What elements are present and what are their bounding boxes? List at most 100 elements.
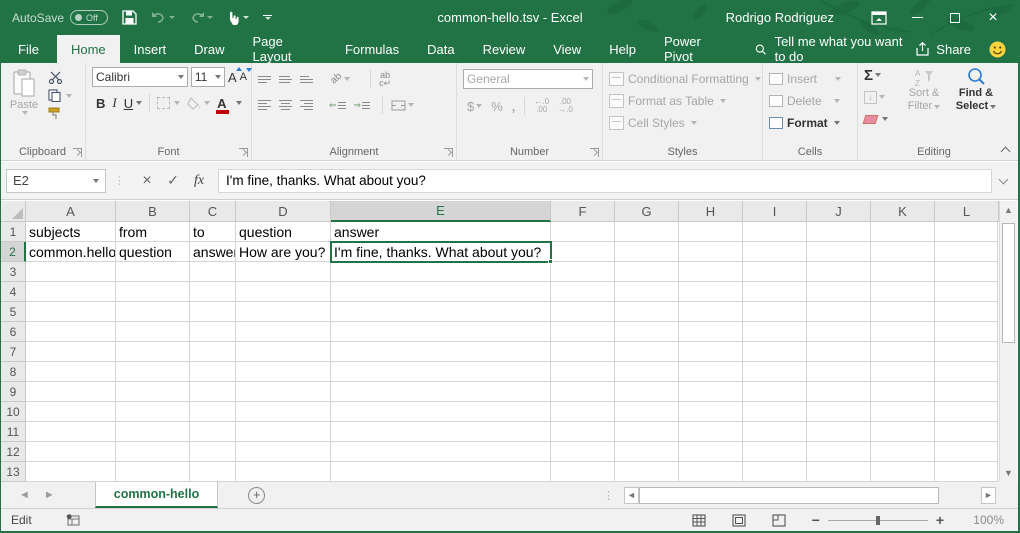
- undo-button[interactable]: [151, 11, 175, 24]
- cell-empty[interactable]: [551, 262, 615, 282]
- align-left-icon[interactable]: [258, 100, 271, 110]
- cell-empty[interactable]: [871, 262, 935, 282]
- sheet-next-icon[interactable]: ►: [44, 489, 55, 501]
- increase-indent-button[interactable]: ⇒: [354, 101, 371, 109]
- cell-empty[interactable]: [679, 222, 743, 242]
- column-header-a[interactable]: A: [26, 201, 116, 222]
- scroll-left-icon[interactable]: ◄: [624, 487, 639, 504]
- cell-empty[interactable]: [331, 322, 551, 342]
- scroll-up-icon[interactable]: ▲: [1000, 205, 1017, 215]
- cell-empty[interactable]: [615, 342, 679, 362]
- cell-empty[interactable]: [190, 362, 236, 382]
- feedback-smiley-icon[interactable]: [989, 41, 1006, 58]
- sheet-prev-icon[interactable]: ◄: [19, 489, 30, 501]
- percent-format-button[interactable]: %: [491, 99, 503, 114]
- cell-empty[interactable]: [190, 342, 236, 362]
- column-header-f[interactable]: F: [551, 201, 615, 222]
- paste-dropdown-icon[interactable]: [22, 111, 28, 115]
- copy-dropdown-icon[interactable]: [66, 94, 72, 98]
- copy-button[interactable]: [48, 89, 72, 102]
- cell-empty[interactable]: [615, 322, 679, 342]
- row-header[interactable]: 7: [1, 342, 26, 362]
- cell-empty[interactable]: [615, 302, 679, 322]
- paste-button[interactable]: Paste: [6, 69, 42, 115]
- vertical-scroll-thumb[interactable]: [1002, 223, 1015, 343]
- tab-review[interactable]: Review: [469, 35, 540, 63]
- cell-empty[interactable]: [331, 462, 551, 482]
- column-header-h[interactable]: H: [679, 201, 743, 222]
- cell-empty[interactable]: [190, 302, 236, 322]
- tab-insert[interactable]: Insert: [120, 35, 181, 63]
- cell-empty[interactable]: [615, 402, 679, 422]
- shrink-font-button[interactable]: A: [240, 71, 247, 83]
- cell-empty[interactable]: [935, 462, 998, 482]
- cell-empty[interactable]: [236, 342, 331, 362]
- cell-empty[interactable]: [236, 362, 331, 382]
- redo-button[interactable]: [189, 11, 213, 24]
- cell-empty[interactable]: [331, 262, 551, 282]
- cell-empty[interactable]: [551, 362, 615, 382]
- cell-empty[interactable]: [26, 322, 116, 342]
- tell-me-box[interactable]: Tell me what you want to do: [755, 35, 915, 63]
- number-dialog-launcher-icon[interactable]: [590, 148, 599, 157]
- cell-empty[interactable]: [935, 302, 998, 322]
- cell-empty[interactable]: [871, 242, 935, 262]
- tab-page-layout[interactable]: Page Layout: [239, 35, 331, 63]
- horizontal-scroll-thumb[interactable]: [639, 487, 939, 504]
- cell-empty[interactable]: [743, 382, 807, 402]
- cell-empty[interactable]: [871, 422, 935, 442]
- cell-empty[interactable]: [807, 362, 871, 382]
- delete-cells-button[interactable]: Delete: [769, 90, 853, 112]
- cell-empty[interactable]: [26, 442, 116, 462]
- find-select-button[interactable]: Find & Select: [950, 67, 1002, 113]
- format-cells-button[interactable]: Format: [769, 112, 853, 134]
- cell-empty[interactable]: [807, 402, 871, 422]
- cell-empty[interactable]: [551, 422, 615, 442]
- cell-empty[interactable]: [871, 362, 935, 382]
- cell-empty[interactable]: [615, 362, 679, 382]
- comma-format-button[interactable]: ,: [512, 99, 516, 114]
- cell-empty[interactable]: [679, 322, 743, 342]
- orientation-button[interactable]: ab: [331, 75, 350, 83]
- cell-empty[interactable]: [551, 222, 615, 242]
- sheetbar-grip[interactable]: ⋮: [603, 489, 614, 502]
- cell-empty[interactable]: [679, 362, 743, 382]
- cell-empty[interactable]: [935, 442, 998, 462]
- cell-empty[interactable]: [236, 282, 331, 302]
- cell-empty[interactable]: [871, 382, 935, 402]
- share-button[interactable]: Share: [915, 42, 971, 57]
- cell-d2[interactable]: How are you?: [236, 242, 331, 262]
- cell-empty[interactable]: [236, 382, 331, 402]
- cell-empty[interactable]: [679, 342, 743, 362]
- cell-b1[interactable]: from: [116, 222, 190, 242]
- cell-empty[interactable]: [551, 462, 615, 482]
- cut-icon[interactable]: [48, 71, 63, 84]
- cell-empty[interactable]: [935, 362, 998, 382]
- column-header-c[interactable]: C: [190, 201, 236, 222]
- cell-empty[interactable]: [935, 222, 998, 242]
- cell-empty[interactable]: [116, 282, 190, 302]
- cell-empty[interactable]: [116, 442, 190, 462]
- cell-empty[interactable]: [236, 442, 331, 462]
- cell-empty[interactable]: [551, 322, 615, 342]
- cell-empty[interactable]: [615, 462, 679, 482]
- save-button[interactable]: [122, 10, 137, 25]
- cell-empty[interactable]: [551, 442, 615, 462]
- zoom-slider-thumb[interactable]: [876, 516, 880, 525]
- cell-empty[interactable]: [679, 422, 743, 442]
- insert-cells-button[interactable]: Insert: [769, 68, 853, 90]
- cell-empty[interactable]: [743, 222, 807, 242]
- cell-empty[interactable]: [871, 402, 935, 422]
- cell-empty[interactable]: [615, 222, 679, 242]
- cell-empty[interactable]: [116, 262, 190, 282]
- align-center-icon[interactable]: [279, 100, 292, 110]
- cell-empty[interactable]: [26, 342, 116, 362]
- ribbon-display-options-button[interactable]: [860, 0, 898, 35]
- cell-empty[interactable]: [743, 402, 807, 422]
- fill-button[interactable]: ↓: [864, 88, 898, 106]
- cell-empty[interactable]: [26, 402, 116, 422]
- cell-empty[interactable]: [679, 302, 743, 322]
- borders-icon[interactable]: [157, 97, 170, 109]
- cell-empty[interactable]: [190, 262, 236, 282]
- merge-center-button[interactable]: [391, 100, 414, 111]
